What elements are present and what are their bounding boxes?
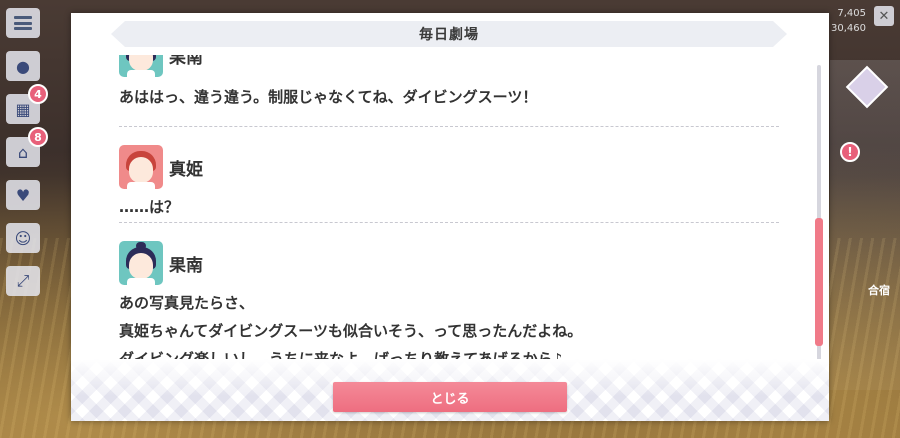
currency-readout: 7,405 30,460 bbox=[831, 6, 866, 36]
dialogue-scroll-area[interactable]: 果南 あははっ、違う違う。制服じゃなくてね、ダイビングスーツ！ 真姫 ……は？ … bbox=[119, 55, 779, 381]
speaker-name: 果南 bbox=[169, 55, 203, 68]
expand-button[interactable]: ⤢ bbox=[6, 266, 40, 296]
currency-value-1: 7,405 bbox=[837, 8, 866, 19]
menu-button[interactable] bbox=[6, 8, 40, 38]
present-button[interactable]: ▦ 4 bbox=[6, 84, 48, 124]
member-icon: ☺ bbox=[14, 228, 32, 248]
close-icon[interactable]: ✕ bbox=[874, 6, 894, 26]
dialogue-line: あははっ、違う違う。制服じゃなくてね、ダイビングスーツ！ bbox=[119, 88, 538, 106]
members-button[interactable]: ☺ bbox=[6, 223, 40, 253]
daily-theater-dialog: 毎日劇場 果南 あははっ、違う違う。制服じゃなくてね、ダイビングスーツ！ 真姫 … bbox=[71, 13, 829, 421]
dialogue-line: あの写真見たらさ、 bbox=[119, 294, 255, 312]
speaker-name: 真姫 bbox=[169, 159, 203, 180]
dialog-header: 毎日劇場 bbox=[111, 21, 787, 47]
speaker-row: 果南 bbox=[119, 55, 779, 77]
scrollbar-thumb[interactable] bbox=[815, 218, 823, 346]
heart-icon: ♥ bbox=[15, 185, 31, 205]
speaker-avatar bbox=[119, 55, 163, 77]
speaker-row: 果南 bbox=[119, 241, 779, 285]
present-icon: ▦ bbox=[15, 99, 31, 119]
present-badge: 4 bbox=[28, 84, 48, 104]
chat-icon: ● bbox=[16, 56, 30, 76]
speaker-row: 真姫 bbox=[119, 145, 779, 189]
gift-icon: ⌂ bbox=[17, 142, 29, 162]
gift-badge: 8 bbox=[28, 127, 48, 147]
currency-value-2: 30,460 bbox=[831, 23, 866, 34]
expand-icon: ⤢ bbox=[16, 271, 30, 290]
dialogue-line: 真姫ちゃんてダイビングスーツも似合いそう、って思ったんだよね。 bbox=[119, 322, 583, 340]
dialogue-entry: 真姫 ……は？ bbox=[119, 145, 779, 223]
right-side-panel bbox=[830, 60, 900, 390]
menu-icon bbox=[14, 16, 32, 30]
chat-button[interactable]: ● bbox=[6, 51, 40, 81]
dialogue-line: ……は？ bbox=[119, 198, 180, 216]
gift-button[interactable]: ⌂ 8 bbox=[6, 127, 48, 167]
dialog-title: 毎日劇場 bbox=[419, 27, 479, 43]
camp-label[interactable]: 合宿 bbox=[868, 282, 890, 298]
close-button[interactable]: とじる bbox=[333, 382, 567, 412]
speaker-name: 果南 bbox=[169, 255, 203, 276]
speaker-avatar bbox=[119, 241, 163, 285]
friends-button[interactable]: ♥ bbox=[6, 180, 40, 210]
speaker-avatar bbox=[119, 145, 163, 189]
alert-badge: ! bbox=[840, 142, 860, 162]
side-menu: ● ▦ 4 ⌂ 8 ♥ ☺ ⤢ bbox=[6, 8, 48, 309]
dialogue-entry: 果南 あははっ、違う違う。制服じゃなくてね、ダイビングスーツ！ bbox=[119, 55, 779, 127]
